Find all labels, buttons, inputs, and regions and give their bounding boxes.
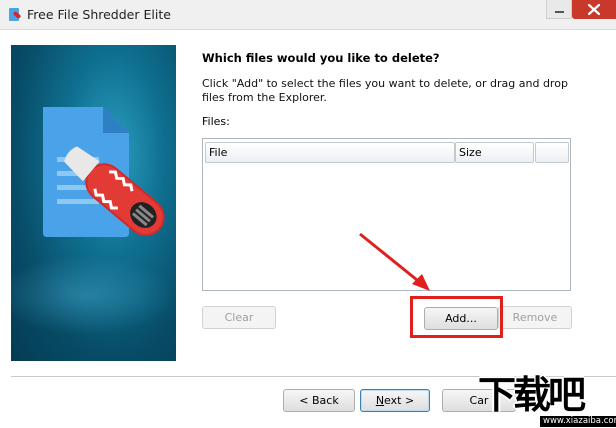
back-button[interactable]: < Back [283,389,355,412]
app-shredder-icon [9,8,21,21]
next-button[interactable]: Next > [360,389,430,412]
watermark-logo: 下载吧 [478,373,586,417]
next-button-mnemonic: N [375,394,385,407]
page-heading: Which files would you like to delete? [202,51,440,65]
column-header-extra[interactable] [535,142,569,163]
instruction-text: Click "Add" to select the files you want… [202,77,568,104]
close-button[interactable] [572,0,616,19]
remove-button[interactable]: Remove [498,306,572,329]
arrow-annotation-icon [359,232,430,291]
files-label: Files: [202,115,230,128]
next-button-label: ext > [384,394,415,407]
document-shredder-icon [43,107,165,237]
title-bar: Free File Shredder Elite [0,0,616,30]
close-icon [587,3,601,16]
column-header-file[interactable]: File [205,142,455,163]
watermark: 下载吧 www.xiazaiba.com [478,372,616,428]
highlight-box [410,296,503,338]
wizard-banner [11,45,176,361]
window-title: Free File Shredder Elite [27,7,171,22]
column-header-size[interactable]: Size [455,142,534,163]
watermark-url: www.xiazaiba.com [540,416,616,427]
minimize-button[interactable] [546,0,572,19]
clear-button[interactable]: Clear [202,306,276,329]
